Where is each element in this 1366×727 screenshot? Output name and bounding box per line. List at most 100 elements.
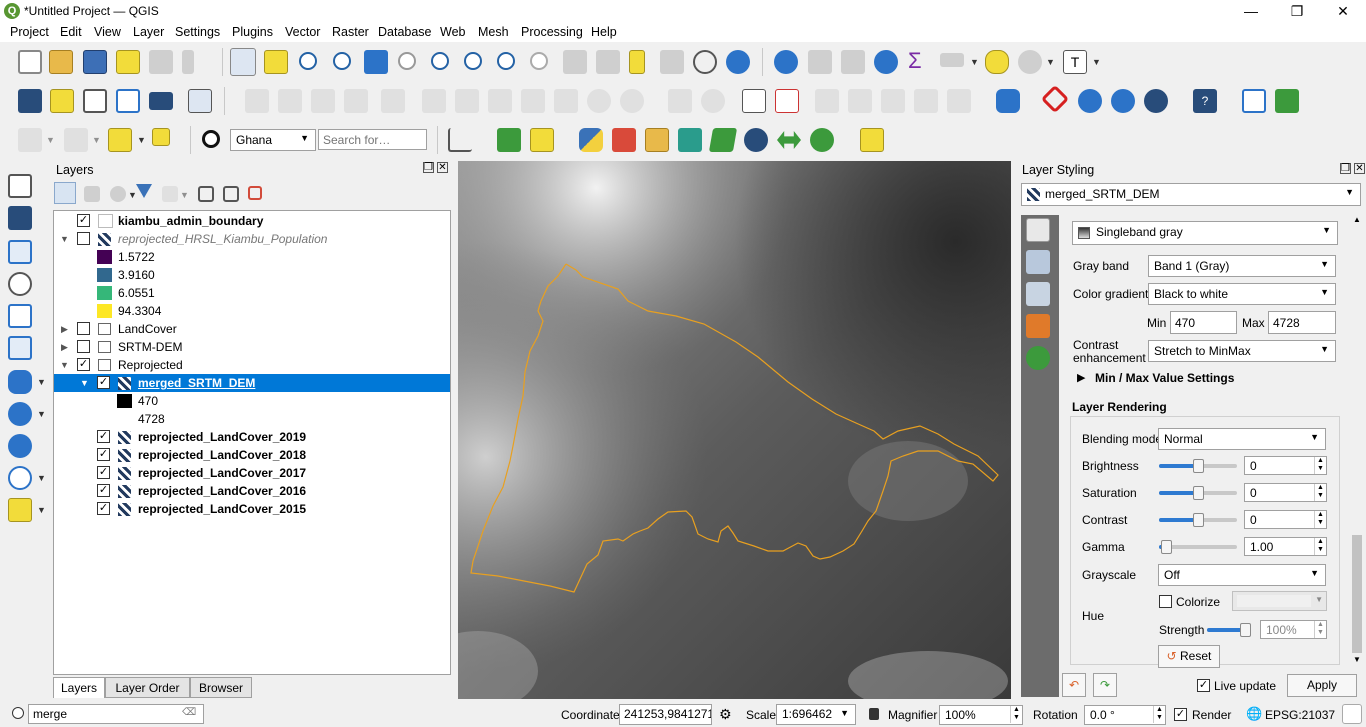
- menu-edit[interactable]: Edit: [60, 25, 82, 39]
- filter-legend-icon[interactable]: [136, 184, 152, 198]
- map-canvas[interactable]: [458, 161, 1011, 699]
- saturation-slider[interactable]: [1159, 486, 1237, 500]
- expand-arrow-icon[interactable]: ▶: [1077, 371, 1085, 384]
- zoom-next-icon[interactable]: [530, 52, 548, 70]
- style-manager-button[interactable]: [54, 182, 76, 204]
- new-print-layout-icon[interactable]: [116, 50, 140, 74]
- modify-attributes-icon[interactable]: [422, 89, 446, 113]
- messages-icon[interactable]: [1342, 704, 1362, 724]
- collapse-icon[interactable]: ▼: [60, 230, 69, 248]
- add-mesh-layer-icon[interactable]: [8, 240, 32, 264]
- pan-map-icon[interactable]: [230, 48, 256, 76]
- label-icon[interactable]: [668, 89, 692, 113]
- cut-features-icon[interactable]: [488, 89, 512, 113]
- scroll-thumb[interactable]: [1352, 535, 1362, 653]
- close-panel-icon[interactable]: ✕: [1354, 163, 1365, 174]
- db-manager-icon[interactable]: [996, 89, 1020, 113]
- add-feature-icon[interactable]: [344, 89, 368, 113]
- copy-features-icon[interactable]: [521, 89, 545, 113]
- r-console-icon[interactable]: [612, 128, 636, 152]
- semi-automatic-classification-icon[interactable]: [530, 128, 554, 152]
- blending-mode-select[interactable]: Normal ▼: [1158, 428, 1326, 450]
- add-group-icon[interactable]: [84, 186, 100, 202]
- pan-to-selection-icon[interactable]: [264, 50, 288, 74]
- group-row[interactable]: ▶ LandCover: [54, 320, 450, 338]
- new-project-icon[interactable]: [18, 50, 42, 74]
- new-geopackage-layer-icon[interactable]: [50, 89, 74, 113]
- layer-row[interactable]: ✓ reprojected_LandCover_2019: [54, 428, 450, 446]
- selected-layer-row[interactable]: ▼ ✓ merged_SRTM_DEM: [54, 374, 450, 392]
- group-row[interactable]: ▼ ✓ Reprojected: [54, 356, 450, 374]
- diagram-icon[interactable]: [701, 89, 725, 113]
- add-postgis-icon[interactable]: [8, 370, 32, 394]
- collapse-icon[interactable]: ▼: [80, 374, 89, 392]
- temporal-controller-icon[interactable]: [693, 50, 717, 74]
- field-calculator-icon[interactable]: [841, 50, 865, 74]
- layer-row[interactable]: ✓ reprojected_LandCover_2015: [54, 500, 450, 518]
- country-select[interactable]: Ghana ▼: [230, 129, 316, 151]
- close-button[interactable]: ✕: [1320, 0, 1366, 22]
- menu-vector[interactable]: Vector: [285, 25, 320, 39]
- layer-checkbox[interactable]: ✓: [97, 376, 110, 389]
- digitizing-toolbar-icon[interactable]: [188, 89, 212, 113]
- locator-input[interactable]: [28, 704, 204, 724]
- rendering-tab-icon[interactable]: [1026, 314, 1050, 338]
- symbology-tab-icon[interactable]: [1026, 218, 1050, 242]
- color-gradient-select[interactable]: Black to white ▼: [1148, 283, 1336, 305]
- collapse-all-icon[interactable]: [223, 186, 239, 202]
- manage-visibility-icon[interactable]: [110, 186, 126, 202]
- menu-plugins[interactable]: Plugins: [232, 25, 273, 39]
- menu-layer[interactable]: Layer: [133, 25, 164, 39]
- menu-processing[interactable]: Processing: [521, 25, 583, 39]
- locator-search-icon[interactable]: [202, 130, 220, 148]
- group-row[interactable]: ▶ SRTM-DEM: [54, 338, 450, 356]
- add-raster-layer-icon[interactable]: [8, 206, 32, 230]
- undo-icon[interactable]: [587, 89, 611, 113]
- vertex-tool-icon[interactable]: [381, 89, 405, 113]
- renderer-select[interactable]: Singleband gray ▼: [1072, 221, 1338, 245]
- layer-checkbox[interactable]: ✓: [97, 448, 110, 461]
- brightness-spinbox[interactable]: 0 ▲ ▼: [1244, 456, 1327, 475]
- zoom-to-selection-icon[interactable]: [398, 52, 416, 70]
- clear-icon[interactable]: ⌫: [182, 707, 196, 718]
- zoom-to-layer-icon[interactable]: [431, 52, 449, 70]
- deselect-all-icon[interactable]: [108, 128, 132, 152]
- measure-line-icon[interactable]: [940, 53, 964, 67]
- add-vector-layer-icon[interactable]: [8, 174, 32, 198]
- menu-web[interactable]: Web: [440, 25, 465, 39]
- swap-icon[interactable]: [777, 131, 801, 149]
- info-tool-icon[interactable]: [810, 128, 834, 152]
- quick-search-icon[interactable]: [497, 128, 521, 152]
- saturation-spinbox[interactable]: 0 ▲ ▼: [1244, 483, 1327, 502]
- scroll-up-icon[interactable]: ▲: [1353, 215, 1361, 224]
- new-temporary-layer-icon[interactable]: [83, 89, 107, 113]
- live-update-checkbox[interactable]: ✓: [1197, 679, 1210, 692]
- qgis2web-icon[interactable]: [678, 128, 702, 152]
- zoom-native-icon[interactable]: [464, 52, 482, 70]
- group-checkbox[interactable]: [77, 322, 90, 335]
- new-map-view-icon[interactable]: [563, 50, 587, 74]
- menu-view[interactable]: View: [94, 25, 121, 39]
- data-source-manager-icon[interactable]: [18, 89, 42, 113]
- pin-labels-icon[interactable]: [775, 89, 799, 113]
- tab-layers[interactable]: Layers: [53, 677, 105, 698]
- style-manager-icon[interactable]: [182, 50, 194, 74]
- maximize-button[interactable]: ❐: [1274, 0, 1320, 22]
- menu-settings[interactable]: Settings: [175, 25, 220, 39]
- add-wcs-icon[interactable]: [8, 434, 32, 458]
- menu-help[interactable]: Help: [591, 25, 617, 39]
- colorize-checkbox[interactable]: [1159, 595, 1172, 608]
- layer-checkbox[interactable]: ✓: [97, 466, 110, 479]
- menu-database[interactable]: Database: [378, 25, 432, 39]
- crs-globe-icon[interactable]: 🌐: [1246, 706, 1262, 722]
- contrast-spinbox[interactable]: 0 ▲ ▼: [1244, 510, 1327, 529]
- reset-button[interactable]: ↺ Reset: [1158, 645, 1220, 668]
- statistical-summary-icon[interactable]: Σ: [908, 48, 922, 74]
- move-label-icon[interactable]: [848, 89, 872, 113]
- select-location-icon[interactable]: [152, 128, 170, 146]
- select-features-icon[interactable]: [18, 128, 42, 152]
- toggle-editing-icon[interactable]: [278, 89, 302, 113]
- close-panel-icon[interactable]: ✕: [437, 162, 448, 173]
- layer-select[interactable]: merged_SRTM_DEM ▼: [1021, 183, 1361, 206]
- tab-layer-order[interactable]: Layer Order: [105, 677, 190, 698]
